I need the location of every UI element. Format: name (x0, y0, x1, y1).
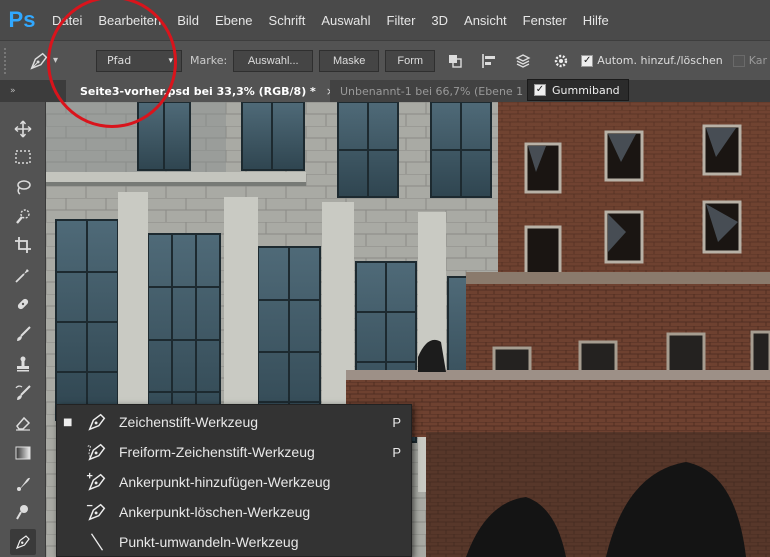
stack-layers-icon (515, 53, 531, 68)
stamp-icon (17, 356, 29, 372)
menu-datei[interactable]: Datei (44, 13, 90, 28)
gummiband-label: Gummiband (552, 83, 620, 97)
tab-label: Seite3-vorher.psd bei 33,3% (RGB/8) * (80, 84, 316, 98)
kanten-checkbox-group[interactable]: Kar (732, 54, 768, 67)
flyout-item-add-anchor[interactable]: Ankerpunkt-hinzufügen-Werkzeug (57, 467, 413, 497)
healing-brush-tool[interactable] (10, 291, 36, 317)
move-tool[interactable] (10, 116, 36, 142)
path-operations-button[interactable] (441, 47, 469, 75)
marke-label: Marke: (190, 54, 228, 67)
panel-collapse[interactable]: » (0, 80, 66, 102)
eyedropper-tool[interactable] (10, 262, 36, 288)
pen-tools-flyout: ■ Zeichenstift-Werkzeug P Freiform-Zeich… (56, 404, 412, 557)
document-tab-bar: » Seite3-vorher.psd bei 33,3% (RGB/8) * … (0, 80, 770, 102)
options-bar: ▾ Pfad ▾ Marke: Auswahl... Maske Form ✓ … (0, 40, 770, 80)
freeform-pen-icon (83, 440, 111, 464)
lasso-tool[interactable] (10, 174, 36, 200)
menu-bar: Ps Datei Bearbeiten Bild Ebene Schrift A… (0, 0, 770, 40)
flyout-item-shortcut: P (392, 414, 401, 430)
tab-label: Unbenannt-1 bei 66,7% (Ebene 1 (340, 84, 524, 98)
menu-filter[interactable]: Filter (379, 13, 424, 28)
kanten-label: Kar (748, 54, 768, 67)
lasso-icon (17, 180, 31, 195)
dodge-icon (16, 505, 28, 520)
path-operations-icon (449, 54, 462, 68)
flyout-item-label: Punkt-umwandeln-Werkzeug (119, 534, 299, 550)
tool-mode-value: Pfad (107, 54, 132, 67)
kanten-checkbox[interactable] (732, 54, 745, 67)
eraser-icon (16, 416, 31, 431)
autom-checkbox-group[interactable]: ✓ Autom. hinzuf./löschen (581, 54, 723, 67)
move-icon (14, 120, 32, 138)
menu-ebene[interactable]: Ebene (207, 13, 261, 28)
quick-selection-icon (16, 209, 30, 224)
settings-button[interactable] (547, 47, 575, 75)
menu-schrift[interactable]: Schrift (261, 13, 314, 28)
auswahl-button[interactable]: Auswahl... (233, 49, 314, 72)
gummiband-checkbox[interactable]: ✓ (534, 84, 546, 96)
marquee-icon (15, 150, 31, 164)
brush-icon (17, 326, 31, 341)
chevron-down-icon: ▾ (168, 55, 173, 66)
history-brush-icon (15, 385, 31, 400)
dodge-tool[interactable] (10, 499, 36, 525)
path-arrangement-button[interactable] (509, 47, 537, 75)
bandage-icon (17, 298, 29, 310)
chevron-down-icon: ▾ (53, 55, 59, 66)
menu-hilfe[interactable]: Hilfe (575, 13, 617, 28)
gradient-icon (15, 446, 31, 460)
convert-point-icon (83, 530, 111, 554)
menu-3d[interactable]: 3D (423, 13, 456, 28)
gummiband-tooltip: ✓ Gummiband (527, 79, 629, 101)
flyout-item-convert-point[interactable]: Punkt-umwandeln-Werkzeug (57, 527, 413, 557)
brush-tool[interactable] (10, 321, 36, 347)
menu-auswahl[interactable]: Auswahl (313, 13, 378, 28)
flyout-item-label: Ankerpunkt-löschen-Werkzeug (119, 504, 311, 520)
quick-selection-tool[interactable] (10, 203, 36, 229)
stamp-tool[interactable] (10, 351, 36, 377)
autom-label: Autom. hinzuf./löschen (597, 54, 723, 67)
flyout-item-freeform-pen[interactable]: Freiform-Zeichenstift-Werkzeug P (57, 437, 413, 467)
eyedropper-icon (15, 269, 29, 283)
smudge-tool[interactable] (10, 470, 36, 496)
flyout-item-delete-anchor[interactable]: Ankerpunkt-löschen-Werkzeug (57, 497, 413, 527)
maske-button[interactable]: Maske (319, 49, 380, 72)
gear-icon (555, 54, 568, 67)
tool-mode-select[interactable]: Pfad ▾ (96, 49, 182, 72)
tools-panel (0, 102, 46, 557)
options-bar-grip[interactable] (4, 47, 12, 74)
pen-icon (30, 52, 48, 70)
path-alignment-button[interactable] (475, 47, 503, 75)
tab-seite3[interactable]: Seite3-vorher.psd bei 33,3% (RGB/8) * × (66, 80, 330, 102)
delete-anchor-point-icon (83, 500, 111, 524)
photoshop-logo: Ps (8, 7, 36, 32)
autom-checkbox[interactable]: ✓ (581, 54, 594, 67)
history-brush-tool[interactable] (10, 380, 36, 406)
tab-unbenannt[interactable]: Unbenannt-1 bei 66,7% (Ebene 1 (330, 80, 540, 102)
menu-bearbeiten[interactable]: Bearbeiten (90, 13, 169, 28)
form-button[interactable]: Form (385, 49, 436, 72)
menu-bild[interactable]: Bild (169, 13, 207, 28)
pen-tool[interactable] (10, 529, 36, 555)
flyout-item-label: Zeichenstift-Werkzeug (119, 414, 259, 430)
smudge-icon (17, 477, 30, 491)
flyout-item-pen[interactable]: ■ Zeichenstift-Werkzeug P (57, 407, 413, 437)
eraser-tool[interactable] (10, 410, 36, 436)
menu-ansicht[interactable]: Ansicht (456, 13, 515, 28)
pen-icon (83, 410, 111, 434)
flyout-item-label: Freiform-Zeichenstift-Werkzeug (119, 444, 315, 460)
pen-icon (15, 535, 30, 550)
marquee-tool[interactable] (10, 144, 36, 170)
flyout-item-shortcut: P (392, 444, 401, 460)
tool-preset-picker[interactable]: ▾ (28, 50, 84, 72)
align-left-icon (482, 53, 496, 68)
crop-tool[interactable] (10, 232, 36, 258)
selected-marker: ■ (63, 416, 73, 428)
add-anchor-point-icon (83, 470, 111, 494)
gradient-tool[interactable] (10, 440, 36, 466)
crop-icon (15, 237, 31, 253)
menu-fenster[interactable]: Fenster (515, 13, 575, 28)
flyout-item-label: Ankerpunkt-hinzufügen-Werkzeug (119, 474, 331, 490)
